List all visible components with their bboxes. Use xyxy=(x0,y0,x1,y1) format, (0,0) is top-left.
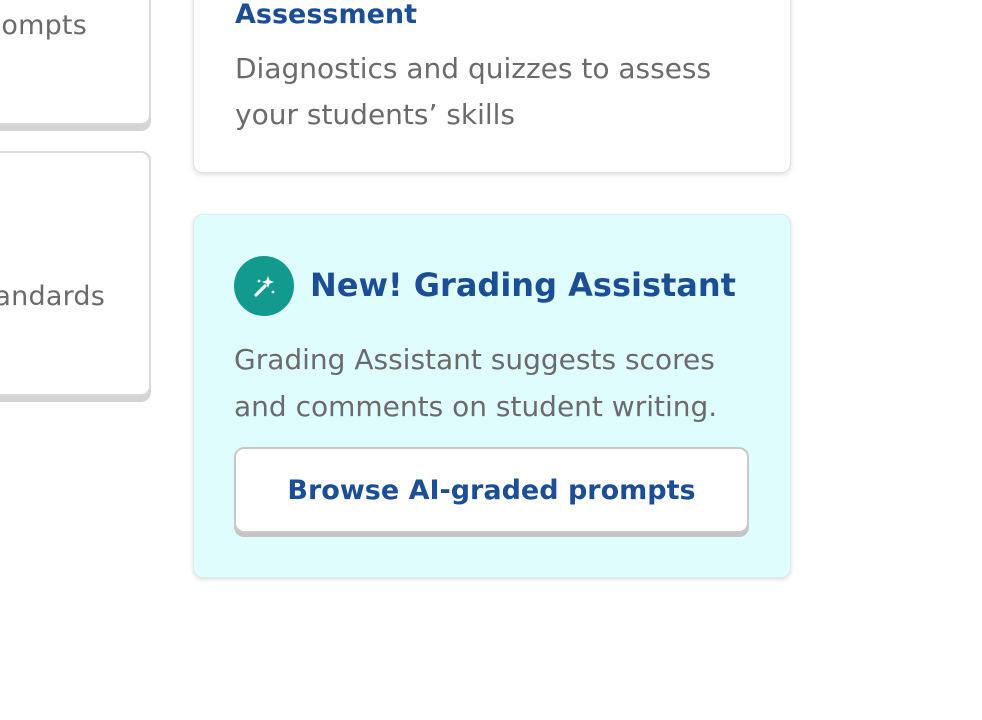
browse-ai-graded-prompts-button[interactable]: Browse AI-graded prompts xyxy=(234,447,749,533)
left-card-bottom[interactable]: andards xyxy=(0,151,151,396)
assessment-card[interactable]: Assessment Diagnostics and quizzes to as… xyxy=(193,0,791,173)
magic-wand-icon xyxy=(234,256,294,316)
grading-assistant-description: Grading Assistant suggests scores and co… xyxy=(234,343,718,423)
assessment-description: Diagnostics and quizzes to assess your s… xyxy=(235,52,712,131)
left-card-bottom-text: andards xyxy=(0,281,105,312)
left-card-top[interactable]: ompts xyxy=(0,0,151,125)
left-card-top-text: ompts xyxy=(1,10,87,41)
grading-assistant-card: New! Grading Assistant Grading Assistant… xyxy=(193,214,791,578)
magic-wand-icon-svg xyxy=(254,276,275,297)
page: ompts andards Assessment Diagnostics and… xyxy=(0,0,982,720)
assessment-title: Assessment xyxy=(235,0,418,30)
grading-assistant-title: New! Grading Assistant xyxy=(310,266,736,304)
